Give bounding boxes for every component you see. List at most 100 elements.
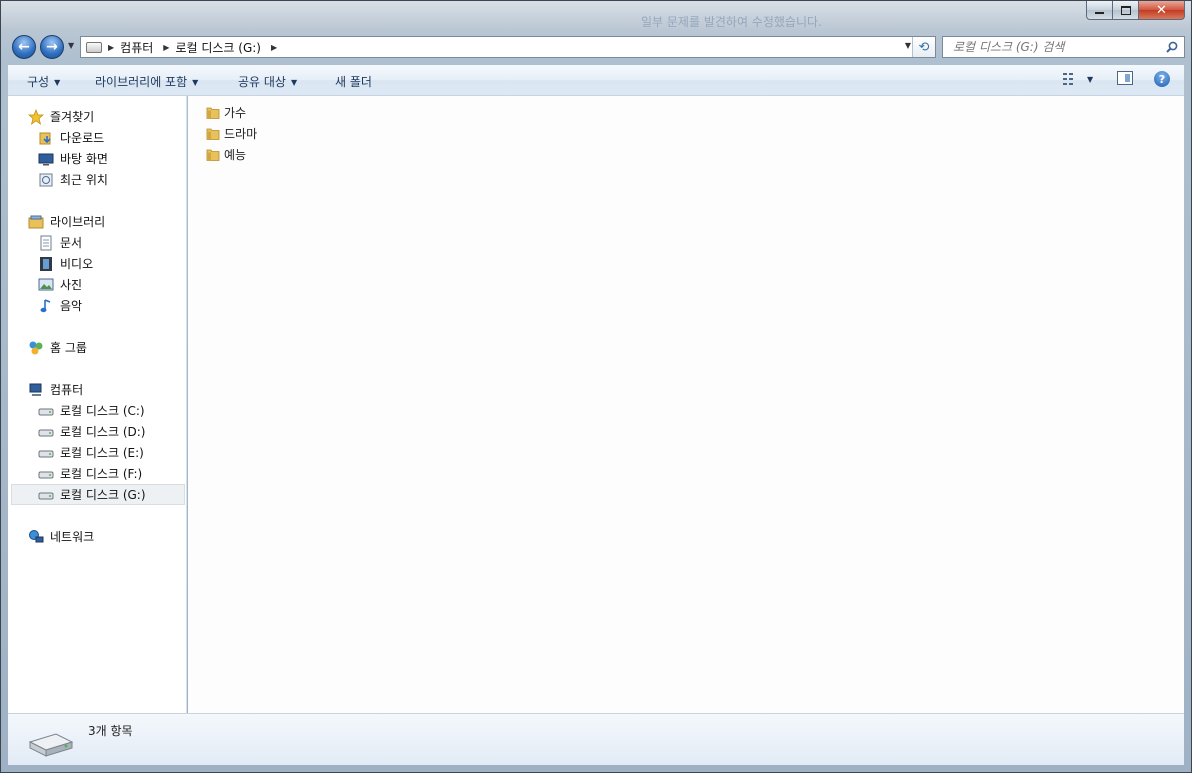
folder-icon [206,107,220,119]
chevron-down-icon: ▼ [192,78,199,87]
sidebar-favorites[interactable]: 즐겨찾기 [28,106,94,127]
preview-pane-icon[interactable] [1117,71,1133,85]
list-item-folder[interactable]: 드라마 [206,123,257,143]
list-item-folder[interactable]: 예능 [206,144,246,164]
breadcrumb-separator-icon[interactable]: ▶ [108,43,114,52]
back-button[interactable]: ← [12,35,36,59]
organize-label: 구성 [27,75,50,89]
title-bar[interactable]: 일부 문제를 발견하여 수정했습니다. ✕ [1,1,1191,33]
sidebar-item-label: 비디오 [60,257,94,271]
sidebar-item-drive-f[interactable]: 로컬 디스크 (F:) [38,463,142,484]
sidebar-item-label: 라이브러리 [50,215,106,229]
sidebar-item-label: 네트워크 [50,530,95,544]
search-input[interactable] [951,39,1165,55]
sidebar-item-label: 즐겨찾기 [50,110,95,124]
sidebar-item-desktop[interactable]: 바탕 화면 [38,148,108,169]
sidebar-network[interactable]: 네트워크 [28,526,94,547]
forward-button[interactable]: → [40,35,64,59]
sidebar-item-documents[interactable]: 문서 [38,232,82,253]
downloads-folder-icon [39,132,51,144]
sidebar-item-downloads[interactable]: 다운로드 [38,127,104,148]
caption-buttons: ✕ [1086,1,1185,20]
sidebar-item-label: 음악 [60,299,83,313]
view-options-dropdown[interactable]: ▼ [1087,75,1093,84]
chevron-down-icon: ▼ [54,78,61,87]
music-note-icon [40,298,51,312]
breadcrumb-separator-icon[interactable]: ▶ [271,43,277,52]
list-item-folder[interactable]: 가수 [206,102,246,122]
pictures-icon [38,278,54,290]
sidebar-item-music[interactable]: 음악 [38,295,82,316]
include-in-library-button[interactable]: 라이브러리에 포함 ▼ [95,73,198,90]
sidebar-homegroup[interactable]: 홈 그룹 [28,337,87,358]
hard-drive-icon [28,733,74,757]
hard-drive-icon [38,408,54,415]
sidebar-item-label: 바탕 화면 [60,152,108,166]
details-pane: 3개 항목 [8,713,1184,765]
network-icon [29,529,44,542]
file-name: 예능 [224,147,247,162]
share-with-label: 공유 대상 [238,75,286,89]
drive-icon [86,41,102,53]
chevron-down-icon: ▼ [290,78,298,87]
sidebar-item-label: 문서 [60,236,83,250]
refresh-icon: ⟲ [918,39,930,55]
sidebar-item-label: 로컬 디스크 (D:) [60,425,146,439]
back-arrow-icon: ← [18,39,30,55]
folder-icon [206,128,220,140]
close-icon: ✕ [1156,2,1167,18]
sidebar-item-label: 사진 [60,278,83,292]
desktop-icon [38,153,54,165]
item-count: 3개 항목 [88,724,133,738]
search-icon[interactable] [1166,41,1178,53]
minimize-button[interactable] [1086,1,1113,20]
close-button[interactable]: ✕ [1139,1,1185,20]
sidebar-item-label: 로컬 디스크 (E:) [60,446,144,460]
computer-icon [29,383,42,396]
file-list[interactable]: 가수 드라마 예능 [188,96,1184,713]
breadcrumb-computer[interactable]: 컴퓨터 [120,39,153,56]
sidebar-item-drive-e[interactable]: 로컬 디스크 (E:) [38,442,144,463]
background-window-text: 일부 문제를 발견하여 수정했습니다. [641,15,822,29]
navigation-bar: ← → ▼ ▶ 컴퓨터 ▶ 로컬 디스크 (G:) ▶ ▼ ⟲ [8,33,1185,61]
command-bar: 구성 ▼ 라이브러리에 포함 ▼ 공유 대상 ▼ 새 폴더 ▼ ? [8,65,1184,96]
address-history-dropdown[interactable]: ▼ [905,41,911,50]
library-icon [28,215,44,228]
file-name: 드라마 [224,126,258,141]
star-icon [28,108,44,125]
sidebar-item-drive-c[interactable]: 로컬 디스크 (C:) [38,400,145,421]
homegroup-icon [29,341,43,354]
documents-icon [40,235,52,250]
sidebar-item-label: 다운로드 [60,131,105,145]
sidebar-libraries[interactable]: 라이브러리 [28,211,105,232]
refresh-button[interactable]: ⟲ [912,37,935,57]
navigation-pane: 즐겨찾기 다운로드 바탕 화면 최근 위치 라이브러리 문서 비디오 사진 음악… [8,96,187,713]
sidebar-item-label: 로컬 디스크 (C:) [60,404,145,418]
sidebar-item-drive-d[interactable]: 로컬 디스크 (D:) [38,421,145,442]
address-bar[interactable]: ▶ 컴퓨터 ▶ 로컬 디스크 (G:) ▶ ▼ ⟲ [80,36,936,58]
breadcrumb-separator-icon[interactable]: ▶ [163,43,169,52]
sidebar-item-label: 홈 그룹 [50,341,87,355]
sidebar-item-label: 컴퓨터 [50,383,84,397]
maximize-button[interactable] [1113,1,1139,20]
new-folder-button[interactable]: 새 폴더 [335,73,372,90]
file-name: 가수 [224,105,247,120]
breadcrumb-drive-g[interactable]: 로컬 디스크 (G:) [175,39,261,56]
change-view-icon[interactable] [1062,71,1078,87]
sidebar-item-drive-g[interactable]: 로컬 디스크 (G:) [11,484,185,505]
sidebar-computer[interactable]: 컴퓨터 [28,379,83,400]
search-box[interactable] [942,36,1185,58]
share-with-button[interactable]: 공유 대상 ▼ [238,73,297,90]
minimize-icon [1095,12,1104,14]
sidebar-item-pictures[interactable]: 사진 [38,274,82,295]
recent-pages-dropdown[interactable]: ▼ [68,41,74,50]
maximize-icon [1120,5,1131,15]
folder-icon [206,149,220,161]
help-icon[interactable]: ? [1154,71,1170,87]
sidebar-item-recent-places[interactable]: 최근 위치 [38,169,108,190]
sidebar-item-label: 로컬 디스크 (G:) [60,488,146,502]
sidebar-item-label: 최근 위치 [60,173,108,187]
include-library-label: 라이브러리에 포함 [95,75,188,89]
organize-button[interactable]: 구성 ▼ [27,73,60,90]
sidebar-item-videos[interactable]: 비디오 [38,253,93,274]
